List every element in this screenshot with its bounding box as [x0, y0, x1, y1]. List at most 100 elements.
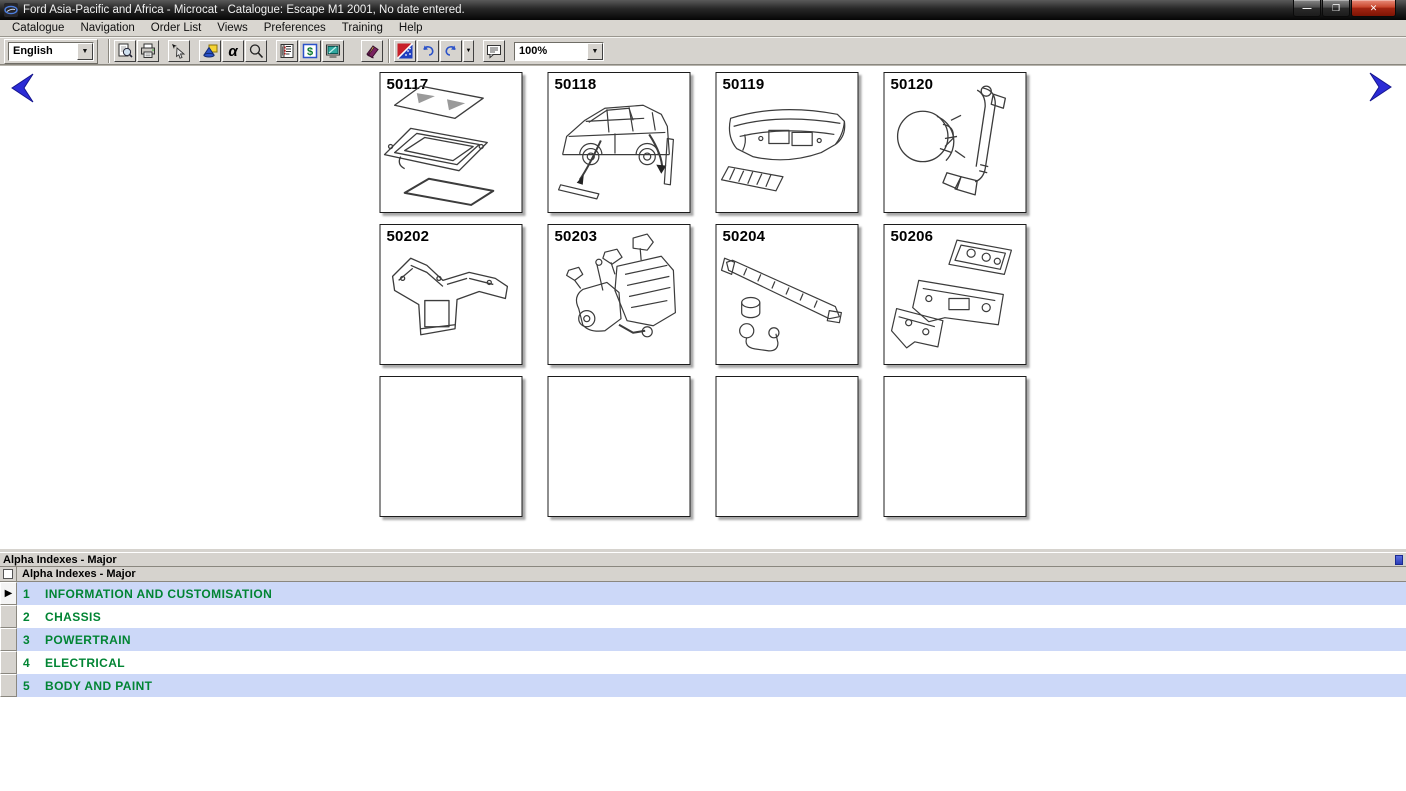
menu-preferences[interactable]: Preferences — [256, 21, 334, 36]
close-button[interactable]: ✕ — [1351, 0, 1396, 17]
row-number: 4 — [23, 656, 36, 670]
language-flag-button[interactable] — [394, 40, 416, 62]
language-panel: English ▼ — [4, 39, 98, 64]
bumper-diagram — [717, 73, 858, 212]
row-text: 5 BODY AND PAINT — [17, 674, 152, 697]
thumbnail-grid: 50117 50118 — [380, 72, 1027, 517]
row-number: 2 — [23, 610, 36, 624]
minimize-icon: — — [1303, 3, 1312, 13]
zoom-select[interactable]: 100% ▼ — [514, 42, 604, 61]
print-button[interactable] — [137, 40, 159, 62]
thumbnail-empty[interactable] — [884, 376, 1027, 517]
thumbnail-50206[interactable]: 50206 — [884, 224, 1027, 365]
maximize-icon: ❐ — [1332, 3, 1340, 14]
thumbnail-empty[interactable] — [548, 376, 691, 517]
dollar-glyph: $ — [307, 46, 313, 58]
towbar-diagram — [717, 225, 858, 364]
toolbar-separator — [388, 39, 390, 63]
thumbnail-50202[interactable]: 50202 — [380, 224, 523, 365]
thumbnail-50118[interactable]: 50118 — [548, 72, 691, 213]
row-text: 3 POWERTRAIN — [17, 628, 131, 651]
previous-page-button[interactable] — [9, 72, 37, 104]
thumbnail-canvas: 50117 50118 — [0, 65, 1406, 549]
panel-pin-icon[interactable] — [1395, 555, 1403, 565]
pointer-select-button[interactable] — [168, 40, 190, 62]
vehicle-moulding-diagram — [549, 73, 690, 212]
undo-button[interactable] — [417, 40, 439, 62]
menu-catalogue[interactable]: Catalogue — [4, 21, 72, 36]
prices-icon: $ — [302, 43, 318, 59]
parts-button[interactable] — [199, 40, 221, 62]
lamp-and-arm-diagram — [885, 73, 1026, 212]
search-button[interactable] — [245, 40, 267, 62]
menu-order-list[interactable]: Order List — [143, 21, 210, 36]
title-bar: Ford Asia-Pacific and Africa - Microcat … — [0, 0, 1406, 20]
thumbnail-50203[interactable]: 50203 — [548, 224, 691, 365]
index-row-information-and-customisation[interactable]: ▶ 1 INFORMATION AND CUSTOMISATION — [0, 582, 1406, 605]
print-icon — [140, 43, 156, 59]
thumbnail-50119[interactable]: 50119 — [716, 72, 859, 213]
row-label: INFORMATION AND CUSTOMISATION — [45, 587, 272, 601]
row-text: 2 CHASSIS — [17, 605, 101, 628]
row-selector[interactable]: ▶ — [0, 582, 17, 605]
print-preview-button[interactable] — [114, 40, 136, 62]
print-preview-icon — [117, 43, 133, 59]
language-dropdown-icon[interactable]: ▼ — [77, 43, 93, 60]
menu-training[interactable]: Training — [334, 21, 391, 36]
zoom-value: 100% — [515, 43, 587, 60]
row-number: 1 — [23, 587, 36, 601]
index-row-electrical[interactable]: 4 ELECTRICAL — [0, 651, 1406, 674]
row-selector[interactable] — [0, 605, 17, 628]
row-label: BODY AND PAINT — [45, 679, 152, 693]
row-label: CHASSIS — [45, 610, 101, 624]
index-row-chassis[interactable]: 2 CHASSIS — [0, 605, 1406, 628]
handbook-button[interactable] — [361, 40, 383, 62]
toolbar: English ▼ — [0, 37, 1406, 65]
column-header-label: Alpha Indexes - Major — [17, 567, 136, 581]
parts-icon — [202, 43, 218, 59]
row-text: 1 INFORMATION AND CUSTOMISATION — [17, 582, 272, 605]
next-page-button[interactable] — [1366, 71, 1394, 103]
zoom-dropdown-icon[interactable]: ▼ — [587, 43, 603, 60]
contents-index-button[interactable] — [276, 40, 298, 62]
index-row-powertrain[interactable]: 3 POWERTRAIN — [0, 628, 1406, 651]
language-flag-icon — [397, 43, 413, 59]
grid-empty-area — [0, 697, 1406, 791]
redo-button[interactable] — [440, 40, 462, 62]
subframe-diagram — [381, 225, 522, 364]
row-number: 5 — [23, 679, 36, 693]
screen-icon — [325, 43, 341, 59]
row-selector[interactable] — [0, 628, 17, 651]
menu-navigation[interactable]: Navigation — [72, 21, 142, 36]
screen-button[interactable] — [322, 40, 344, 62]
index-row-body-and-paint[interactable]: 5 BODY AND PAINT — [0, 674, 1406, 697]
notes-button[interactable] — [483, 40, 505, 62]
handbook-icon — [364, 43, 380, 59]
select-all-checkbox[interactable] — [3, 569, 13, 579]
row-selector[interactable] — [0, 651, 17, 674]
row-selector[interactable] — [0, 674, 17, 697]
row-label: ELECTRICAL — [45, 656, 125, 670]
body-panels-diagram — [885, 225, 1026, 364]
notes-icon — [486, 43, 502, 59]
thumbnail-50117[interactable]: 50117 — [380, 72, 523, 213]
row-number: 3 — [23, 633, 36, 647]
menu-help[interactable]: Help — [391, 21, 431, 36]
window-title: Ford Asia-Pacific and Africa - Microcat … — [23, 4, 1292, 16]
panel-header: Alpha Indexes - Major — [0, 552, 1406, 567]
row-text: 4 ELECTRICAL — [17, 651, 125, 674]
redo-dropdown-button[interactable]: ▼ — [463, 40, 474, 62]
prices-button[interactable]: $ — [299, 40, 321, 62]
maximize-button[interactable]: ❐ — [1322, 0, 1350, 17]
undo-icon — [420, 43, 436, 59]
language-select[interactable]: English ▼ — [8, 42, 94, 61]
thumbnail-50120[interactable]: 50120 — [884, 72, 1027, 213]
alpha-index-button[interactable]: α — [222, 40, 244, 62]
redo-dropdown-icon: ▼ — [466, 48, 472, 54]
menu-views[interactable]: Views — [209, 21, 255, 36]
thumbnail-empty[interactable] — [380, 376, 523, 517]
minimize-button[interactable]: — — [1293, 0, 1321, 17]
thumbnail-50204[interactable]: 50204 — [716, 224, 859, 365]
thumbnail-empty[interactable] — [716, 376, 859, 517]
alpha-index-panel: Alpha Indexes - Major Alpha Indexes - Ma… — [0, 552, 1406, 791]
